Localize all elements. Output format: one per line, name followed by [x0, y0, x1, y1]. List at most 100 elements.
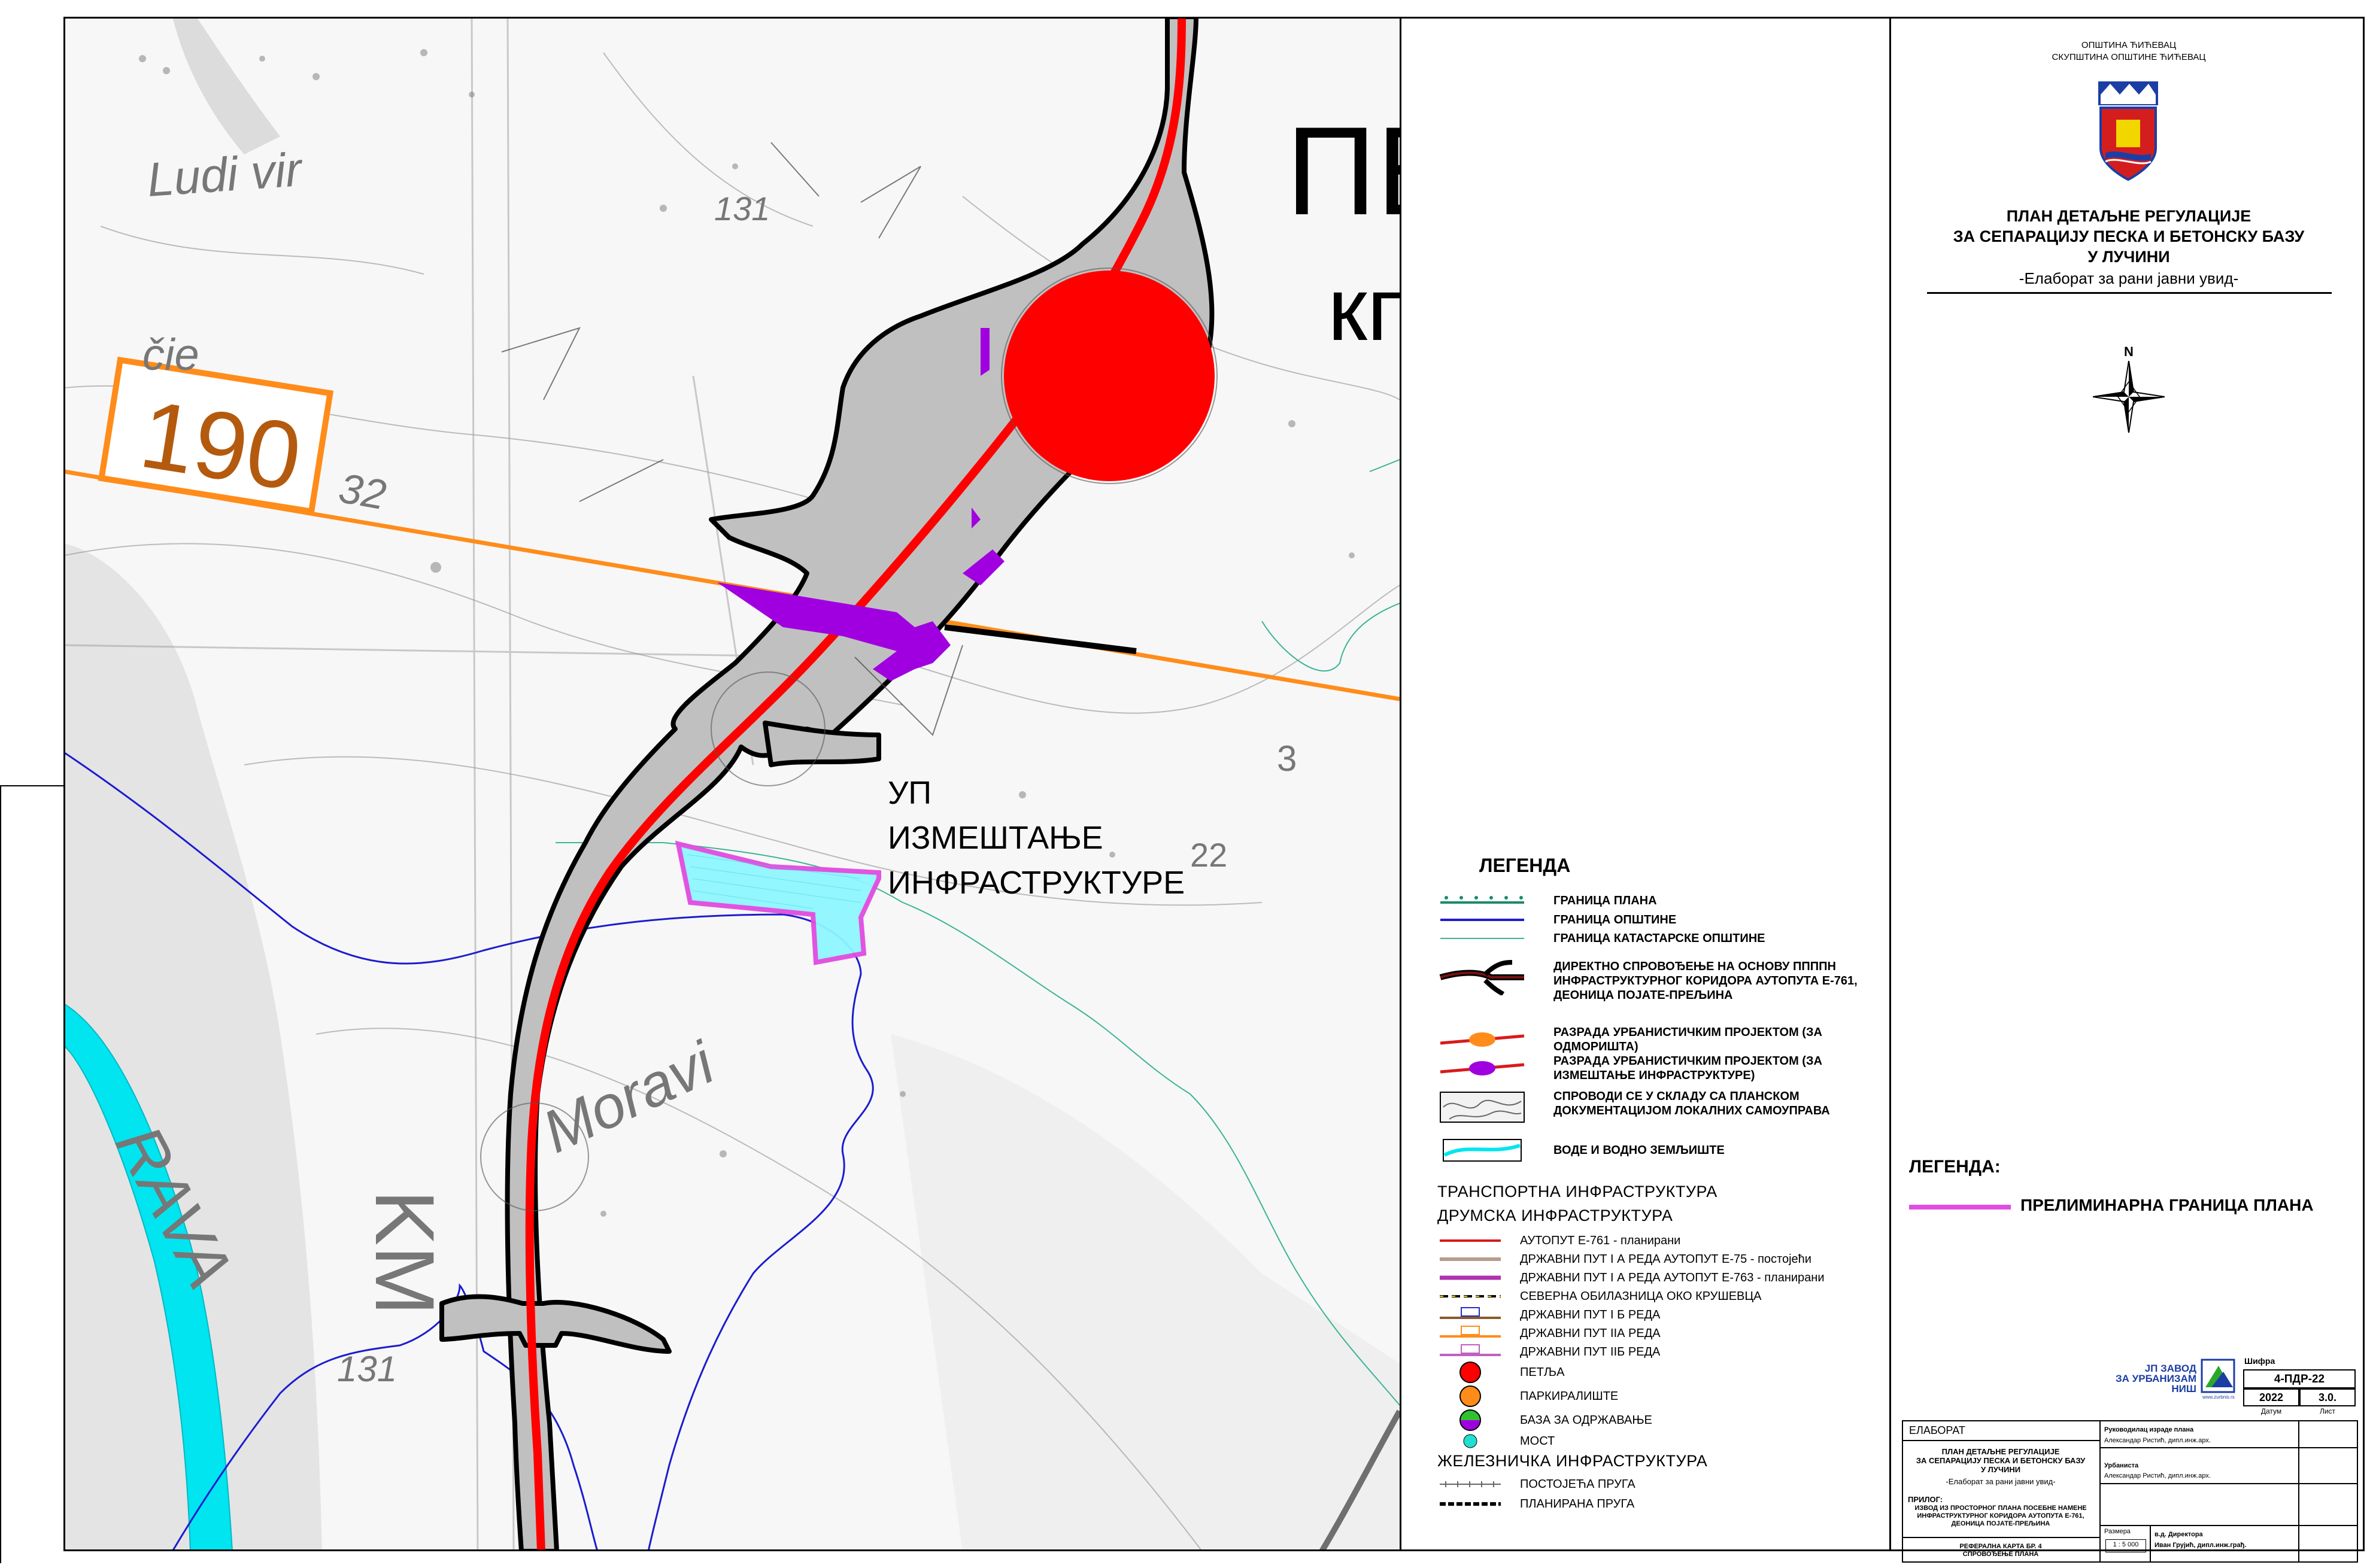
legend-item-label: РАЗРАДА УРБАНИСТИЧКИМ ПРОЈЕКТОМ (ЗА ИЗМЕ…	[1553, 1055, 1822, 1082]
parking-legend-icon	[1437, 1385, 1503, 1407]
label-elev-131-bottom: 131	[337, 1349, 397, 1389]
plan-subtitle: -Елаборат за рани јавни увид-	[2019, 269, 2239, 287]
elaborat-label: ЕЛАБОРАТ	[1909, 1424, 1965, 1436]
iia-road-symbol	[1437, 1324, 1503, 1342]
legend-item-up-relocation: РАЗРАДА УРБАНИСТИЧКИМ ПРОЈЕКТОМ (ЗА ИЗМЕ…	[1437, 1054, 1889, 1083]
ref-map-line2: СПРОВОЂЕЊЕ ПЛАНА	[1962, 1551, 2039, 1558]
code-label: Шифра	[2244, 1356, 2275, 1366]
e75-symbol	[1437, 1250, 1503, 1268]
bridge-legend-icon	[1437, 1432, 1503, 1450]
legend-item-water: ВОДЕ И ВОДНО ЗЕМЉИШТЕ	[1437, 1137, 1889, 1163]
label-ludi-vir: Ludi vir	[145, 142, 305, 206]
legend-item-label: РАЗРАДА УРБАНИСТИЧКИМ ПРОЈЕКТОМ (ЗА ОДМО…	[1553, 1026, 1822, 1053]
up-rest-areas-symbol	[1437, 1026, 1527, 1053]
up-label-line1: УП	[888, 775, 931, 811]
legend-item-label: СПРОВОДИ СЕ У СКЛАДУ СА ПЛАНСКОМ ДОКУМЕН…	[1553, 1090, 1830, 1117]
water-symbol	[1437, 1137, 1527, 1163]
legend-item-label: ДИРЕКТНО СПРОВОЂЕЊЕ НА ОСНОВУ ППППН ИНФР…	[1553, 960, 1858, 1002]
road-item-parking: ПАРКИРАЛИШТЕ	[1437, 1385, 1619, 1407]
iib-road-symbol	[1437, 1343, 1503, 1361]
road-item-label: ДРЖАВНИ ПУТ IIБ РЕДА	[1520, 1345, 1661, 1359]
label-cie: čie	[142, 330, 199, 379]
box-title: ПЛАН ДЕТАЉНЕ РЕГУЛАЦИЈЕ ЗА СЕПАРАЦИЈУ ПЕ…	[1902, 1447, 2099, 1474]
road-item-e75: ДРЖАВНИ ПУТ I А РЕДА АУТОПУТ Е-75 - пост…	[1437, 1250, 1811, 1268]
title-block: ОПШТИНА ЋИЋЕВАЦ СКУПШТИНА ОПШТИНЕ ЋИЋЕВА…	[1889, 17, 2365, 1563]
up-label-line2: ИЗМЕШТАЊЕ	[888, 820, 1103, 856]
road-heading: ДРУМСКА ИНФРАСТРУКТУРА	[1437, 1207, 1673, 1224]
frame-top	[65, 17, 2365, 19]
label-big-pe: ПЕ	[1286, 101, 1400, 241]
road-item-label: ПЕТЉА	[1520, 1365, 1565, 1379]
plan-year: 2022	[2259, 1391, 2284, 1403]
road-item-iib: ДРЖАВНИ ПУТ IIБ РЕДА	[1437, 1343, 1660, 1361]
road-item-ib: ДРЖАВНИ ПУТ I Б РЕДА	[1437, 1306, 1660, 1324]
road-item-label: ДРЖАВНИ ПУТ I А РЕДА АУТОПУТ Е-75 - пост…	[1520, 1252, 1811, 1266]
title-rule	[1927, 292, 2332, 294]
maintenance-legend-icon	[1437, 1409, 1503, 1431]
legend-item-label: ВОДЕ И ВОДНО ЗЕМЉИШТЕ	[1553, 1144, 1725, 1157]
box-subtitle: -Елаборат за рани јавни увид-	[1946, 1477, 2056, 1486]
institute-logo-icon	[2199, 1357, 2237, 1394]
road-item-label: СЕВЕРНА ОБИЛАЗНИЦА ОКО КРУШЕВЦА	[1520, 1289, 1762, 1303]
legend2-title: ЛЕГЕНДА:	[1909, 1157, 2001, 1177]
frame-bottom	[65, 1549, 2365, 1551]
interchange-symbol[interactable]	[1004, 271, 1215, 481]
e761-symbol	[1437, 1232, 1503, 1250]
label-km: KM	[358, 1190, 452, 1315]
direct-implementation-symbol	[1437, 959, 1527, 995]
date-label: Датум	[2260, 1407, 2282, 1415]
municipality-name: ОПШТИНА ЋИЋЕВАЦ	[2081, 40, 2177, 50]
institute-name: ЈП ЗАВОД ЗА УРБАНИЗАМ НИШ	[2095, 1363, 2196, 1394]
e763-symbol	[1437, 1269, 1503, 1287]
manager-label: Руководилац израде плана	[2104, 1426, 2194, 1433]
interchange-legend-icon	[1437, 1362, 1503, 1383]
legend-item-local-docs: СПРОВОДИ СЕ У СКЛАДУ СА ПЛАНСКОМ ДОКУМЕН…	[1437, 1089, 1889, 1125]
prilog-line2: ИНФРАСТРУКТУРНОГ КОРИДОРА АУТОПУТА Е-761…	[1917, 1512, 2084, 1520]
road-item-e763: ДРЖАВНИ ПУТ I А РЕДА АУТОПУТ Е-763 - пла…	[1437, 1269, 1825, 1287]
info-table-divider	[2099, 1420, 2101, 1563]
road-item-maintenance: БАЗА ЗА ОДРЖАВАЊЕ	[1437, 1409, 1652, 1431]
road-item-e761: АУТОПУТ Е-761 - планирани	[1437, 1232, 1680, 1250]
road-item-label: ПАРКИРАЛИШТЕ	[1520, 1389, 1619, 1403]
box-title-line1: ПЛАН ДЕТАЉНЕ РЕГУЛАЦИЈЕ	[1941, 1447, 2060, 1456]
scale-label: Размера	[2104, 1528, 2131, 1535]
up-label-line3: ИНФРАСТРУКТУРЕ	[888, 865, 1185, 901]
transport-heading: ТРАНСПОРТНА ИНФРАСТРУКТУРА	[1437, 1183, 1717, 1201]
sheet-label: Лист	[2319, 1407, 2336, 1415]
bypass-symbol	[1437, 1287, 1503, 1305]
legend-item-cadastral-boundary: ГРАНИЦА КАТАСТАРСКЕ ОПШТИНЕ	[1437, 925, 1889, 952]
legend-panel: ЛЕГЕНДА ГРАНИЦА ПЛАНА ГРАНИЦА ОПШТИНЕ ГР…	[1400, 17, 1889, 1551]
legend-title: ЛЕГЕНДА	[1479, 855, 1571, 876]
frame-left	[63, 17, 65, 1551]
coat-of-arms-icon	[2092, 77, 2164, 184]
plan-title-line2: ЗА СЕПАРАЦИЈУ ПЕСКА И БЕТОНСКУ БАЗУ	[1953, 227, 2305, 245]
road-item-iia: ДРЖАВНИ ПУТ IIА РЕДА	[1437, 1324, 1661, 1342]
institute-line3: НИШ	[2171, 1383, 2196, 1394]
box-title-line2: ЗА СЕПАРАЦИЈУ ПЕСКА И БЕТОНСКУ БАЗУ	[1916, 1456, 2086, 1465]
preliminary-boundary-symbol	[1909, 1205, 2011, 1210]
planned-rail-symbol	[1437, 1495, 1503, 1513]
director-name: Иван Грујић, дипл.инж.грађ.	[2155, 1542, 2247, 1549]
road-item-label: ДРЖАВНИ ПУТ I А РЕДА АУТОПУТ Е-763 - пла…	[1520, 1271, 1825, 1284]
legend-item-up-rest-areas: РАЗРАДА УРБАНИСТИЧКИМ ПРОЈЕКТОМ (ЗА ОДМО…	[1437, 1025, 1889, 1054]
road-item-label: АУТОПУТ Е-761 - планирани	[1520, 1233, 1681, 1247]
north-label: N	[2124, 344, 2134, 359]
north-arrow-icon	[2092, 360, 2165, 433]
legend2-item-label: ПРЕЛИМИНАРНА ГРАНИЦА ПЛАНА	[2020, 1196, 2314, 1214]
plan-code: 4-ПДР-22	[2274, 1373, 2325, 1385]
label-num-22: 22	[1190, 836, 1227, 874]
ib-road-symbol	[1437, 1306, 1503, 1324]
scale-value: 1 : 5 000	[2113, 1541, 2139, 1548]
box-title-line3: У ЛУЧИНИ	[1980, 1465, 2021, 1474]
assembly-name: СКУПШТИНА ОПШТИНЕ ЋИЋЕВАЦ	[2052, 52, 2206, 62]
manager-name: Александар Ристић, дипл.инж.арх.	[2104, 1437, 2211, 1444]
legend-item-direct-implementation: ДИРЕКТНО СПРОВОЂЕЊЕ НА ОСНОВУ ППППН ИНФР…	[1437, 959, 1889, 1002]
director-label: в.д. Директора	[2155, 1531, 2203, 1538]
map-canvas: Ludi vir čie 190 32 131 131 Moravi RAVA …	[65, 17, 1400, 1551]
sheet-edge	[0, 785, 1, 1563]
local-docs-symbol	[1437, 1089, 1527, 1125]
rail-heading: ЖЕЛЕЗНИЧКА ИНФРАСТРУКТУРА	[1437, 1452, 1708, 1470]
map-area[interactable]: Ludi vir čie 190 32 131 131 Moravi RAVA …	[65, 17, 1400, 1551]
sheet-fold-mark	[0, 785, 65, 786]
rail-item-planned: ПЛАНИРАНА ПРУГА	[1437, 1495, 1634, 1513]
